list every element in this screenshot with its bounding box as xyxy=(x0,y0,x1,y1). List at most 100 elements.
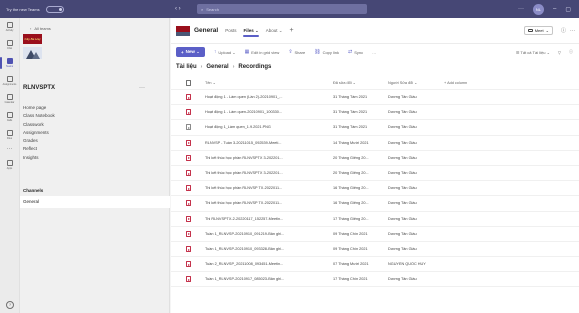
more-options-icon[interactable]: ··· xyxy=(518,6,524,12)
command-item[interactable]: ⇪ Share xyxy=(288,49,305,55)
command-item[interactable]: ⛓ Copy link xyxy=(314,49,339,55)
team-nav-item[interactable]: Class Notebook xyxy=(23,112,145,120)
apps-icon xyxy=(6,160,13,166)
plus-icon: + xyxy=(181,49,184,55)
rail-item-activity[interactable]: Activity xyxy=(0,18,19,36)
table-row[interactable]: Thi kết thúc học phần RLNVSP TX-2022011.… xyxy=(171,196,579,212)
file-modified-by: Dương Tân Giàu xyxy=(388,216,417,221)
file-name[interactable]: Hoạt động 1 - Làm quen-20210901_100330..… xyxy=(205,110,333,114)
ellipsis-icon[interactable]: ··· xyxy=(570,28,575,34)
info-icon[interactable]: ⓘ xyxy=(561,27,566,34)
table-row[interactable]: Tuần 2_RLNVSP_20211008_093451-Meetin... 0… xyxy=(171,257,579,273)
file-modified: 09 Tháng Chín 2021 xyxy=(333,231,368,236)
more-apps-icon[interactable]: ··· xyxy=(0,146,19,152)
help-icon[interactable]: ? xyxy=(6,301,14,309)
meet-button[interactable]: Meet ⌄ xyxy=(523,26,553,35)
file-name[interactable]: Tuần 1_RLNVSP-20210917_085023-Bản ghi... xyxy=(205,277,333,281)
breadcrumb-general[interactable]: General xyxy=(206,64,228,70)
file-name[interactable]: Hoạt động 1_Làm quen_1.9.2021.PNG xyxy=(205,125,333,129)
file-modified: 31 Tháng Tám 2021 xyxy=(333,110,368,115)
command-item[interactable]: ⇄ Sync xyxy=(348,49,363,55)
col-modified-by[interactable]: Người Sửa đổi ⌄ xyxy=(388,80,444,85)
minimize-icon[interactable]: – xyxy=(553,6,556,12)
col-name[interactable]: Tên ⌄ xyxy=(205,80,333,85)
command-item[interactable]: … xyxy=(372,49,376,55)
new-teams-toggle[interactable] xyxy=(45,5,64,13)
file-modified: 20 Tháng Giêng 20... xyxy=(333,171,369,176)
table-row[interactable]: Thi kết thúc học phần RLNVSPTX 3-202201.… xyxy=(171,151,579,166)
channel-tab[interactable]: Posts xyxy=(225,28,236,33)
rail-item-apps[interactable]: Apps xyxy=(0,156,19,174)
command-icon: ▦ xyxy=(244,49,250,55)
file-modified: 09 Tháng Chín 2021 xyxy=(333,246,368,251)
table-row[interactable]: Hoạt động 1 - Làm quen (Lần 2)-20210901_… xyxy=(171,90,579,106)
command-right-item[interactable]: ☰ Tất cả Tài liệu ⌄ xyxy=(516,50,550,55)
file-name[interactable]: Thi kết thúc học phần RLNVSPTX 3-202201.… xyxy=(205,171,333,175)
rail-item-calendar[interactable]: Calendar xyxy=(0,90,19,108)
file-modified-by: Dương Tân Giàu xyxy=(388,125,417,130)
file-modified-by: Dương Tân Giàu xyxy=(388,140,417,145)
search-placeholder: Search xyxy=(206,6,219,12)
file-type-icon[interactable] xyxy=(185,79,191,86)
command-right-item[interactable]: ⓘ xyxy=(569,49,573,55)
team-more-options-icon[interactable]: ··· xyxy=(139,85,145,91)
table-row[interactable]: Tuần 1_RLNVSP-20210910_093328-Bản ghi...… xyxy=(171,242,579,258)
table-row[interactable]: Tuần 1_RLNVSP-20210917_085023-Bản ghi...… xyxy=(171,272,579,288)
team-nav-item[interactable]: Classwork xyxy=(23,121,145,129)
table-row[interactable]: Hoạt động 1_Làm quen_1.9.2021.PNG 31 Thán… xyxy=(171,120,579,136)
breadcrumb-documents[interactable]: Tài liệu xyxy=(176,64,197,70)
command-icon: ⇪ xyxy=(288,49,293,55)
maximize-icon[interactable]: ▢ xyxy=(565,6,571,13)
table-row[interactable]: RLNVSP - Tuần 3-20211015_092539-Meeti...… xyxy=(171,136,579,151)
video-file-icon xyxy=(185,154,191,161)
file-name[interactable]: Thi kết thúc học phần RLNVSPTX 3-202201.… xyxy=(205,156,333,160)
file-name[interactable]: Tuần 2_RLNVSP_20211008_093451-Meetin... xyxy=(205,262,333,266)
command-icon: ↑ xyxy=(213,49,217,55)
command-right-item[interactable]: ▽ xyxy=(558,50,561,55)
all-teams-link[interactable]: ‹ All teams xyxy=(20,18,169,31)
file-modified-by: Dương Tân Giàu xyxy=(388,186,417,191)
rail-item-calls[interactable]: Calls xyxy=(0,108,19,126)
channels-header[interactable]: Channels xyxy=(23,188,43,193)
command-item[interactable]: ↑ Upload ⌄ xyxy=(214,49,236,55)
team-nav-item[interactable]: Insights xyxy=(23,154,145,162)
channel-item-general[interactable]: General xyxy=(20,196,170,208)
file-name[interactable]: Hoạt động 1 - Làm quen (Lần 2)-20210901_… xyxy=(205,95,333,99)
main-content: General Posts Files ⌄ About ⌄ + Meet ⌄ ⓘ ·… xyxy=(171,18,579,313)
file-name[interactable]: Thi kết thúc học phần RLNVSP TX-2022011.… xyxy=(205,201,333,205)
search-input[interactable]: ⌕ Search xyxy=(197,4,367,14)
file-name[interactable]: RLNVSP - Tuần 3-20211015_092539-Meeti... xyxy=(205,141,333,145)
team-nav-item[interactable]: Grades xyxy=(23,137,145,145)
add-tab-icon[interactable]: + xyxy=(290,27,294,34)
table-row[interactable]: Thi kết thúc học phần RLNVSP TX-2022011.… xyxy=(171,181,579,197)
table-row[interactable]: Tuần 1_RLNVSP-20210910_091219-Bản ghi...… xyxy=(171,227,579,242)
channel-tab[interactable]: Files ⌄ xyxy=(243,28,258,33)
command-item[interactable]: ▦ Edit in grid view xyxy=(245,49,280,55)
rail-item-assignments[interactable]: Assignments xyxy=(0,72,19,90)
file-name[interactable]: Tuần 1_RLNVSP-20210910_091219-Bản ghi... xyxy=(205,232,333,236)
file-name[interactable]: Thi RLNVSPTX-2-20220117_152257-Meetin... xyxy=(205,217,333,221)
camera-icon xyxy=(527,28,533,33)
team-nav-item[interactable]: Reflect xyxy=(23,145,145,153)
file-name[interactable]: Thi kết thúc học phần RLNVSP TX-2022011.… xyxy=(205,186,333,190)
new-button[interactable]: + New ⌄ xyxy=(176,47,205,57)
rail-item-files[interactable]: Files xyxy=(0,126,19,144)
rail-item-teams[interactable]: Teams xyxy=(0,54,19,72)
table-row[interactable]: Thi kết thúc học phần RLNVSPTX 3-202201.… xyxy=(171,166,579,182)
file-modified-by: Dương Tân Giàu xyxy=(388,110,417,115)
rail-item-chat[interactable]: Chat xyxy=(0,36,19,54)
file-modified: 16 Tháng Giêng 20... xyxy=(333,201,369,206)
back-forward-icons[interactable]: ‹ › xyxy=(175,6,195,12)
file-modified: 07 Tháng Mười 2021 xyxy=(333,262,369,267)
search-icon: ⌕ xyxy=(201,6,204,12)
table-row[interactable]: Hoạt động 1 - Làm quen-20210901_100330..… xyxy=(171,105,579,121)
table-row[interactable]: Thi RLNVSPTX-2-20220117_152257-Meetin...… xyxy=(171,212,579,227)
avatar[interactable]: NL xyxy=(532,3,544,15)
team-nav-item[interactable]: Home page xyxy=(23,104,145,112)
channel-tab[interactable]: About ⌄ xyxy=(266,28,283,33)
col-modified[interactable]: Đã sửa đổi ⌄ xyxy=(333,80,388,85)
file-modified: 17 Tháng Chín 2021 xyxy=(333,277,368,282)
add-column-button[interactable]: + Add column xyxy=(444,81,504,85)
file-name[interactable]: Tuần 1_RLNVSP-20210910_093328-Bản ghi... xyxy=(205,247,333,251)
team-nav-item[interactable]: Assignments xyxy=(23,129,145,137)
